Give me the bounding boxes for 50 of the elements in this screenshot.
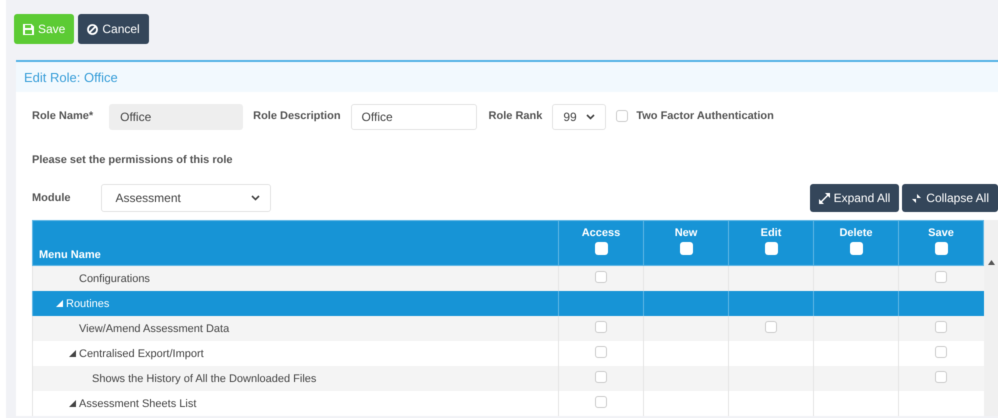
permission-checkbox[interactable] <box>935 321 948 333</box>
expand-arrows-icon <box>818 192 830 204</box>
column-header: New <box>674 227 698 239</box>
column-header: Menu Name <box>39 249 101 261</box>
select-all-checkbox[interactable] <box>594 242 608 255</box>
menu-name: Assessment Sheets List <box>79 398 196 410</box>
select-all-checkbox[interactable] <box>680 242 692 255</box>
select-all-checkbox[interactable] <box>934 242 948 255</box>
permission-checkbox[interactable] <box>595 346 607 358</box>
permission-checkbox[interactable] <box>595 371 607 383</box>
field-label: Role Description <box>253 110 341 122</box>
chevron-down-icon <box>586 114 596 120</box>
two-factor-checkbox[interactable] <box>616 110 628 122</box>
menu-name: Shows the History of All the Downloaded Files <box>92 372 316 384</box>
column-header: Access <box>580 227 622 239</box>
field-label: Role Rank <box>488 110 542 122</box>
panel-title: Edit Role: Office <box>24 70 118 85</box>
menu-name: Centralised Export/Import <box>79 348 204 360</box>
select-all-checkbox[interactable] <box>850 242 862 255</box>
column-header: Save <box>927 227 955 239</box>
expanded-triangle-icon[interactable] <box>69 350 76 357</box>
select-all-checkbox[interactable] <box>764 242 778 255</box>
role-rank-dropdown[interactable]: 99 <box>552 104 606 130</box>
cancel-button[interactable]: Cancel <box>78 14 149 44</box>
role-description-field[interactable]: Office <box>350 104 477 130</box>
permission-checkbox[interactable] <box>935 371 948 383</box>
permission-checkbox[interactable] <box>765 321 777 333</box>
expanded-triangle-icon[interactable] <box>69 400 76 407</box>
collapse-all-button[interactable]: Collapse All <box>902 184 998 212</box>
field-label: Module <box>32 192 70 204</box>
column-header: Edit <box>760 227 782 239</box>
module-dropdown[interactable]: Assessment <box>100 184 270 212</box>
menu-name: Routines <box>66 298 110 310</box>
instructions-text: Please set the permissions of this role <box>32 154 234 166</box>
ban-icon <box>87 24 98 34</box>
permission-checkbox[interactable] <box>595 321 607 333</box>
permission-checkbox[interactable] <box>935 271 948 283</box>
menu-name: Configurations <box>79 272 150 284</box>
column-header: Delete <box>838 227 874 239</box>
expand-all-button[interactable]: Expand All <box>810 184 900 212</box>
chevron-down-icon <box>250 195 260 201</box>
menu-name: View/Amend Assessment Data <box>79 322 230 334</box>
permission-checkbox[interactable] <box>595 271 607 283</box>
scroll-up-icon[interactable] <box>988 260 994 265</box>
field-label: Role Name* <box>32 110 94 122</box>
permission-checkbox[interactable] <box>595 396 607 408</box>
collapse-arrows-icon <box>911 192 922 204</box>
permission-checkbox[interactable] <box>935 346 948 358</box>
menu-row[interactable]: Assessment Sheets List <box>32 391 984 416</box>
checkbox-label: Two Factor Authentication <box>636 110 774 122</box>
